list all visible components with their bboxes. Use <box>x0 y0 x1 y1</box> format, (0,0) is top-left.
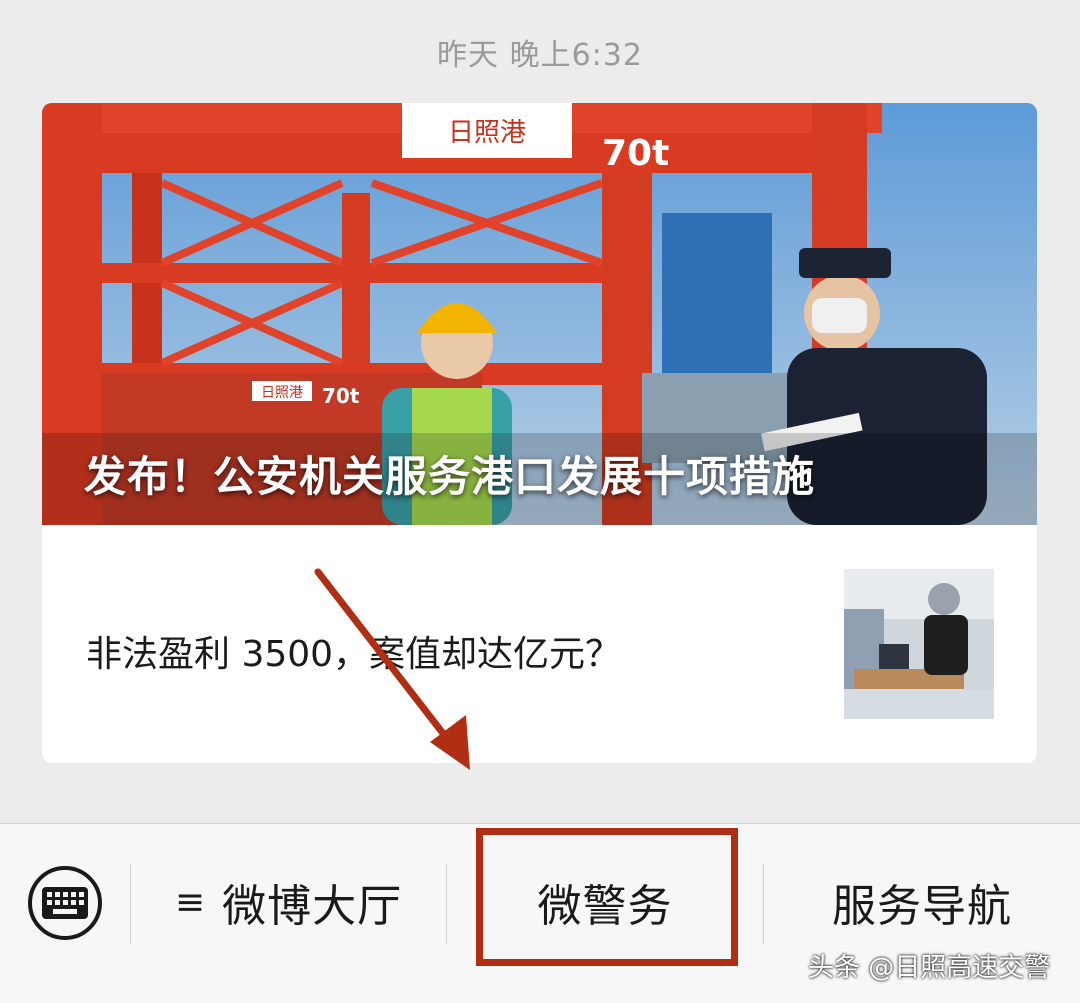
menu-item-service-nav[interactable]: 服务导航 <box>764 872 1080 932</box>
hero-capacity-small: 70t <box>322 384 360 408</box>
hero-capacity-text: 70t <box>602 133 669 174</box>
menu-item-label: 服务导航 <box>832 881 1012 932</box>
article-list-item[interactable]: 非法盈利 3500，案值却达亿元？ <box>42 525 1037 763</box>
hero-logo-small: 日照港 <box>261 385 303 401</box>
keyboard-icon[interactable] <box>28 866 102 940</box>
hero-title: 发布！公安机关服务港口发展十项措施 <box>84 452 816 501</box>
article-card[interactable]: 日照港 70t 日照港 70t 发布！公安机关服务港口发展十项措施 非法盈利 3… <box>42 103 1037 763</box>
menu-item-weibo-hall[interactable]: ≡ 微博大厅 <box>131 872 446 932</box>
article-title: 非法盈利 3500，案值却达亿元？ <box>86 634 622 675</box>
hero-article[interactable]: 日照港 70t 日照港 70t 发布！公安机关服务港口发展十项措施 <box>42 103 1037 525</box>
hamburger-icon: ≡ <box>174 881 207 923</box>
message-timestamp: 昨天 晚上6:32 <box>437 38 643 73</box>
hero-logo-text: 日照港 <box>448 118 526 148</box>
article-thumbnail <box>844 569 994 719</box>
highlight-annotation-box <box>476 828 738 966</box>
watermark-text: 头条 @日照高速交警 <box>808 953 1051 983</box>
menu-item-label: 微博大厅 <box>222 881 403 932</box>
